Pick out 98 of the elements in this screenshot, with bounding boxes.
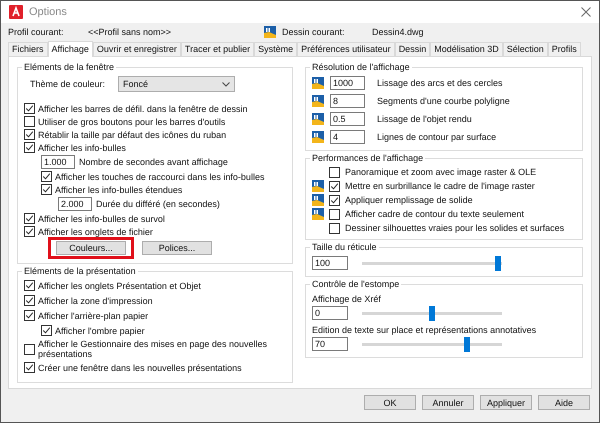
checkbox[interactable] bbox=[329, 208, 340, 220]
caret-icon bbox=[222, 82, 230, 86]
number-field[interactable]: 0.5 bbox=[330, 112, 365, 126]
checkbox-label: Afficher l'arrière-plan papier bbox=[38, 310, 148, 320]
group-title: Taille du réticule bbox=[311, 242, 378, 252]
checkbox-label: Afficher le Gestionnaire des mises en page des nouvelles présentations bbox=[38, 339, 268, 359]
checkbox[interactable] bbox=[24, 226, 35, 237]
dialog-button[interactable]: Couleurs... bbox=[56, 241, 126, 255]
checkbox-label: Afficher cadre de contour du texte seulement bbox=[345, 209, 524, 219]
drawing-saved-icon bbox=[312, 113, 324, 125]
checkbox-label: Mettre en surbrillance le cadre de l'image raster bbox=[345, 181, 535, 191]
checkbox-label: Rétablir la taille par défaut des icônes du ruban bbox=[38, 130, 226, 140]
number-field[interactable]: 1.000 bbox=[41, 155, 75, 169]
tab[interactable]: Profils bbox=[548, 42, 581, 56]
slider-thumb[interactable] bbox=[429, 306, 435, 320]
checkbox-label: Afficher les touches de raccourci dans les info-bulles bbox=[55, 172, 264, 182]
checkbox-label: Afficher les info-bulles étendues bbox=[55, 184, 182, 194]
field-label: Lignes de contour par surface bbox=[377, 132, 496, 142]
checkbox[interactable] bbox=[329, 166, 340, 178]
profile-name: <<Profil sans nom>> bbox=[88, 26, 172, 36]
checkbox[interactable] bbox=[24, 362, 35, 373]
field-label: Lissage des arcs et des cercles bbox=[377, 78, 503, 88]
drawing-saved-icon bbox=[312, 208, 324, 220]
group-title: Contrôle de l'estompe bbox=[311, 279, 400, 289]
drawing-saved-icon bbox=[312, 194, 324, 206]
dialog-button[interactable]: OK bbox=[364, 395, 416, 410]
group-title: Performances de l'affichage bbox=[311, 153, 424, 163]
tab[interactable]: Modélisation 3D bbox=[430, 42, 503, 56]
checkbox-label: Dessiner silhouettes vraies pour les solides et surfaces bbox=[345, 223, 564, 233]
checkbox-label: Utiliser de gros boutons pour les barres d'outils bbox=[38, 116, 226, 126]
field-label: Lissage de l'objet rendu bbox=[377, 114, 472, 124]
checkbox[interactable] bbox=[24, 116, 35, 127]
checkbox[interactable] bbox=[41, 171, 52, 182]
checkbox[interactable] bbox=[329, 194, 340, 206]
dialog-button[interactable]: Annuler bbox=[422, 395, 474, 410]
checkbox[interactable] bbox=[24, 295, 35, 306]
drawing-saved-icon bbox=[264, 26, 276, 38]
checkbox-label: Afficher les onglets de fichier bbox=[38, 226, 153, 236]
slider-label: Edition de texte sur place et représentations annotatives bbox=[312, 325, 538, 335]
dialog-button[interactable]: Appliquer bbox=[480, 395, 532, 410]
checkbox[interactable] bbox=[41, 325, 52, 336]
number-field[interactable]: 2.000 bbox=[58, 197, 92, 211]
number-field[interactable]: 4 bbox=[330, 130, 365, 144]
number-field[interactable]: 100 bbox=[312, 256, 348, 270]
field-label: Durée du différé (en secondes) bbox=[96, 199, 220, 209]
checkbox[interactable] bbox=[24, 344, 35, 354]
checkbox-label: Afficher les info-bulles de survol bbox=[38, 214, 165, 224]
checkbox[interactable] bbox=[24, 129, 35, 140]
checkbox[interactable] bbox=[24, 213, 35, 224]
number-field[interactable]: 0 bbox=[312, 306, 348, 320]
checkbox[interactable] bbox=[329, 180, 340, 192]
profile-label: Profil courant: bbox=[8, 26, 65, 36]
checkbox-label: Afficher les barres de défil. dans la fenêtre de dessin bbox=[38, 104, 248, 114]
drawing-name: Dessin4.dwg bbox=[372, 26, 424, 36]
window-title: Options bbox=[29, 6, 68, 18]
number-field[interactable]: 1000 bbox=[330, 76, 365, 90]
tab[interactable]: Dessin bbox=[394, 42, 430, 56]
group-title: Résolution de l'affichage bbox=[311, 62, 411, 72]
field-label: Nombre de secondes avant affichage bbox=[79, 157, 228, 167]
close-icon[interactable] bbox=[581, 7, 591, 17]
tab[interactable]: Sélection bbox=[502, 42, 548, 56]
dialog-button[interactable]: Aide bbox=[538, 395, 590, 410]
tab[interactable]: Ouvrir et enregistrer bbox=[92, 42, 181, 56]
checkbox[interactable] bbox=[24, 310, 35, 321]
drawing-saved-icon bbox=[312, 77, 324, 89]
checkbox-label: Afficher la zone d'impression bbox=[38, 296, 153, 306]
checkbox[interactable] bbox=[24, 280, 35, 291]
app-icon bbox=[9, 5, 23, 19]
slider-label: Affichage de Xréf bbox=[312, 294, 382, 304]
slider-thumb[interactable] bbox=[494, 256, 501, 270]
drawing-saved-icon bbox=[312, 95, 324, 107]
checkbox[interactable] bbox=[329, 222, 340, 234]
checkbox-label: Afficher l'ombre papier bbox=[55, 326, 145, 336]
checkbox-label: Créer une fenêtre dans les nouvelles présentations bbox=[38, 362, 242, 372]
group-title: Eléments de la fenêtre bbox=[23, 62, 116, 72]
slider-thumb[interactable] bbox=[464, 336, 470, 352]
tab[interactable]: Tracer et publier bbox=[180, 42, 254, 56]
checkbox-label: Panoramique et zoom avec image raster & OLE bbox=[345, 167, 536, 177]
field-label: Segments d'une courbe polyligne bbox=[377, 96, 510, 106]
checkbox-label: Afficher les info-bulles bbox=[38, 142, 126, 152]
number-field[interactable]: 70 bbox=[312, 337, 348, 351]
tab[interactable]: Système bbox=[254, 42, 298, 56]
drawing-saved-icon bbox=[312, 131, 324, 143]
checkbox-label: Appliquer remplissage de solide bbox=[345, 195, 473, 205]
checkbox[interactable] bbox=[24, 142, 35, 153]
field-label: Thème de couleur: bbox=[30, 79, 106, 89]
drawing-label: Dessin courant: bbox=[282, 26, 346, 36]
drawing-saved-icon bbox=[312, 180, 324, 192]
checkbox[interactable] bbox=[41, 184, 52, 195]
checkbox-label: Afficher les onglets Présentation et Objet bbox=[38, 280, 201, 290]
group-title: Eléments de la présentation bbox=[23, 266, 137, 276]
dialog-button[interactable]: Polices... bbox=[142, 241, 212, 255]
number-field[interactable]: 8 bbox=[330, 94, 365, 108]
checkbox[interactable] bbox=[24, 103, 35, 114]
tab[interactable]: Fichiers bbox=[8, 42, 48, 56]
tab[interactable]: Préférences utilisateur bbox=[297, 42, 395, 56]
tab[interactable]: Affichage bbox=[48, 41, 93, 57]
theme-dropdown[interactable]: Foncé bbox=[118, 76, 235, 92]
